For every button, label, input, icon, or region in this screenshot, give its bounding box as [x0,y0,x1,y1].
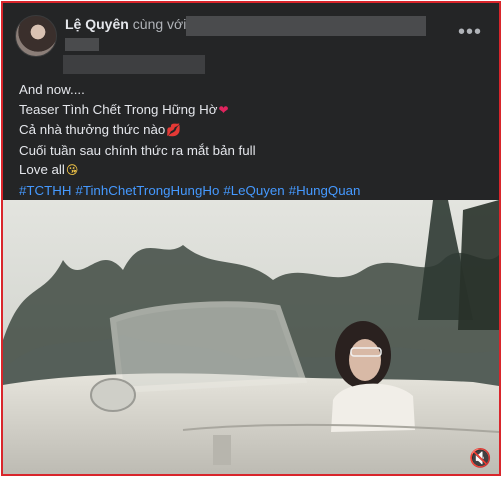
post-line-3: Cả nhà thưởng thức nào💋 [19,122,182,137]
author-name[interactable]: Lệ Quyên [65,16,129,32]
convertible-car [3,373,499,474]
author-line: Lệ Quyên cùng với [65,16,186,32]
with-label: cùng với [132,16,187,32]
post-line-1: And now.... [19,82,85,97]
blurred-tagged-names [186,16,426,36]
video-player[interactable]: 🔇 [3,200,499,474]
video-frame [3,200,499,474]
post-text: And now.... Teaser Tình Chết Trong Hững … [19,80,489,200]
post-line-4: Cuối tuần sau chính thức ra mắt bản full [19,142,256,158]
blurred-post-timestamp [63,55,205,74]
speaker-muted-icon[interactable]: 🔇 [469,448,491,468]
blurred-tagged-extra [65,38,99,51]
post-card: Lệ Quyên cùng với ••• And now.... Teaser … [1,1,501,476]
kiss-face-emoji: 😘 [65,163,79,177]
hashtags: #TCTHH #TinhChetTrongHungHo #LeQuyen #HungQ… [19,181,489,201]
hashtag-link[interactable]: #TinhChetTrongHungHo [75,183,219,198]
post-line-5: Love all😘 [19,162,79,177]
hashtag-link[interactable]: #HungQuan [289,183,361,198]
hashtag-link[interactable]: #TCTHH [19,183,71,198]
post-header: Lệ Quyên cùng với ••• [3,3,499,74]
lips-emoji: 💋 [166,123,182,137]
more-options-icon[interactable]: ••• [458,22,482,42]
author-avatar[interactable] [15,15,57,57]
hashtag-link[interactable]: #LeQuyen [223,183,284,198]
post-line-2: Teaser Tình Chết Trong Hững Hờ❤ [19,101,229,117]
heart-emoji: ❤ [218,102,229,117]
